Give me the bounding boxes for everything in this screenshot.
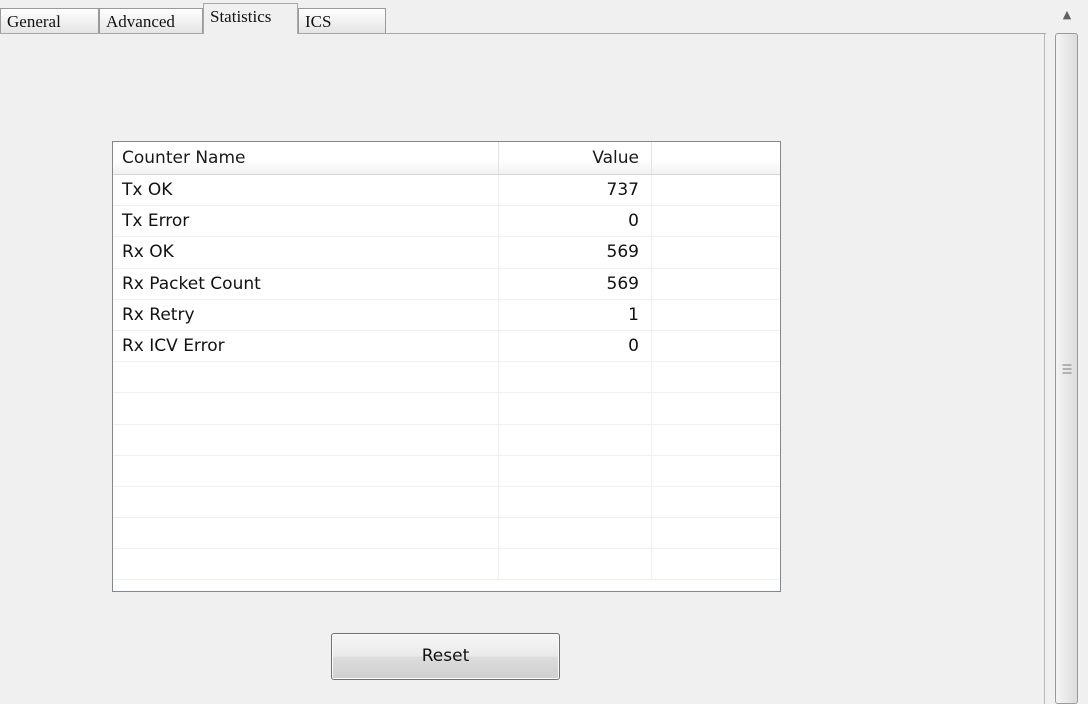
counter-name-cell <box>113 393 499 424</box>
blank-cell <box>652 518 780 548</box>
counter-value-cell <box>499 362 652 393</box>
counter-name-cell <box>113 362 499 393</box>
counter-value-cell <box>499 486 652 518</box>
table-row[interactable]: Rx ICV Error 0 <box>113 330 780 363</box>
counter-name-cell: Rx OK <box>113 237 499 268</box>
counter-value-cell <box>499 424 652 455</box>
tab-statistics[interactable]: Statistics <box>203 3 298 34</box>
table-row[interactable] <box>113 455 780 487</box>
counter-list[interactable]: Counter Name Value Tx OK 737 Tx Error 0 Rx O… <box>112 141 781 592</box>
table-row[interactable]: Rx OK 569 <box>113 237 780 269</box>
table-row[interactable] <box>113 486 780 519</box>
counter-name-cell <box>113 424 499 455</box>
tab-strip: General Advanced Statistics ICS <box>0 0 1046 34</box>
column-header-counter-name[interactable]: Counter Name <box>113 142 499 174</box>
table-row[interactable]: Tx Error 0 <box>113 206 780 238</box>
tab-general[interactable]: General <box>0 8 99 34</box>
column-header-blank[interactable] <box>652 142 780 174</box>
counter-name-cell: Rx Retry <box>113 299 499 330</box>
list-body: Tx OK 737 Tx Error 0 Rx OK 569 Rx Packet Count… <box>113 175 780 591</box>
blank-cell <box>652 456 780 486</box>
scroll-grip-icon <box>1062 364 1071 373</box>
blank-cell <box>652 393 780 423</box>
counter-name-cell: Rx ICV Error <box>113 330 499 362</box>
counter-value-cell: 1 <box>499 299 652 330</box>
table-row[interactable] <box>113 362 780 394</box>
blank-cell <box>652 269 780 299</box>
column-header-value[interactable]: Value <box>499 142 652 174</box>
reset-button[interactable]: Reset <box>331 633 560 680</box>
vertical-scrollbar[interactable]: ▲ <box>1046 0 1088 704</box>
blank-cell <box>652 331 780 361</box>
blank-cell <box>652 549 780 579</box>
counter-value-cell: 737 <box>499 175 652 206</box>
counter-name-cell: Tx Error <box>113 206 499 237</box>
counter-value-cell: 0 <box>499 206 652 237</box>
scroll-thumb[interactable] <box>1055 33 1078 704</box>
blank-cell <box>652 425 780 455</box>
counter-value-cell <box>499 455 652 486</box>
counter-name-cell: Tx OK <box>113 175 499 206</box>
table-row[interactable] <box>113 518 780 550</box>
table-row[interactable]: Tx OK 737 <box>113 175 780 207</box>
table-row[interactable] <box>113 424 780 456</box>
table-row[interactable] <box>113 393 780 425</box>
counter-value-cell <box>499 549 652 580</box>
blank-cell <box>652 206 780 236</box>
blank-cell <box>652 175 780 205</box>
blank-cell <box>652 362 780 392</box>
list-header: Counter Name Value <box>113 142 780 175</box>
counter-value-cell: 569 <box>499 237 652 268</box>
scroll-up-arrow-icon[interactable]: ▲ <box>1054 0 1080 30</box>
table-row[interactable]: Rx Retry 1 <box>113 299 780 331</box>
table-row[interactable]: Rx Packet Count 569 <box>113 268 780 300</box>
counter-value-cell: 0 <box>499 330 652 362</box>
table-row[interactable] <box>113 549 780 581</box>
counter-value-cell: 569 <box>499 268 652 299</box>
counter-name-cell <box>113 486 499 518</box>
counter-value-cell <box>499 393 652 424</box>
blank-cell <box>652 487 780 517</box>
counter-name-cell <box>113 455 499 486</box>
tab-divider <box>0 33 1046 34</box>
counter-value-cell <box>499 518 652 549</box>
blank-cell <box>652 300 780 330</box>
counter-name-cell: Rx Packet Count <box>113 268 499 299</box>
tab-advanced[interactable]: Advanced <box>99 8 203 34</box>
blank-cell <box>652 237 780 267</box>
counter-name-cell <box>113 549 499 580</box>
tab-ics[interactable]: ICS <box>298 8 386 34</box>
counter-name-cell <box>113 518 499 549</box>
